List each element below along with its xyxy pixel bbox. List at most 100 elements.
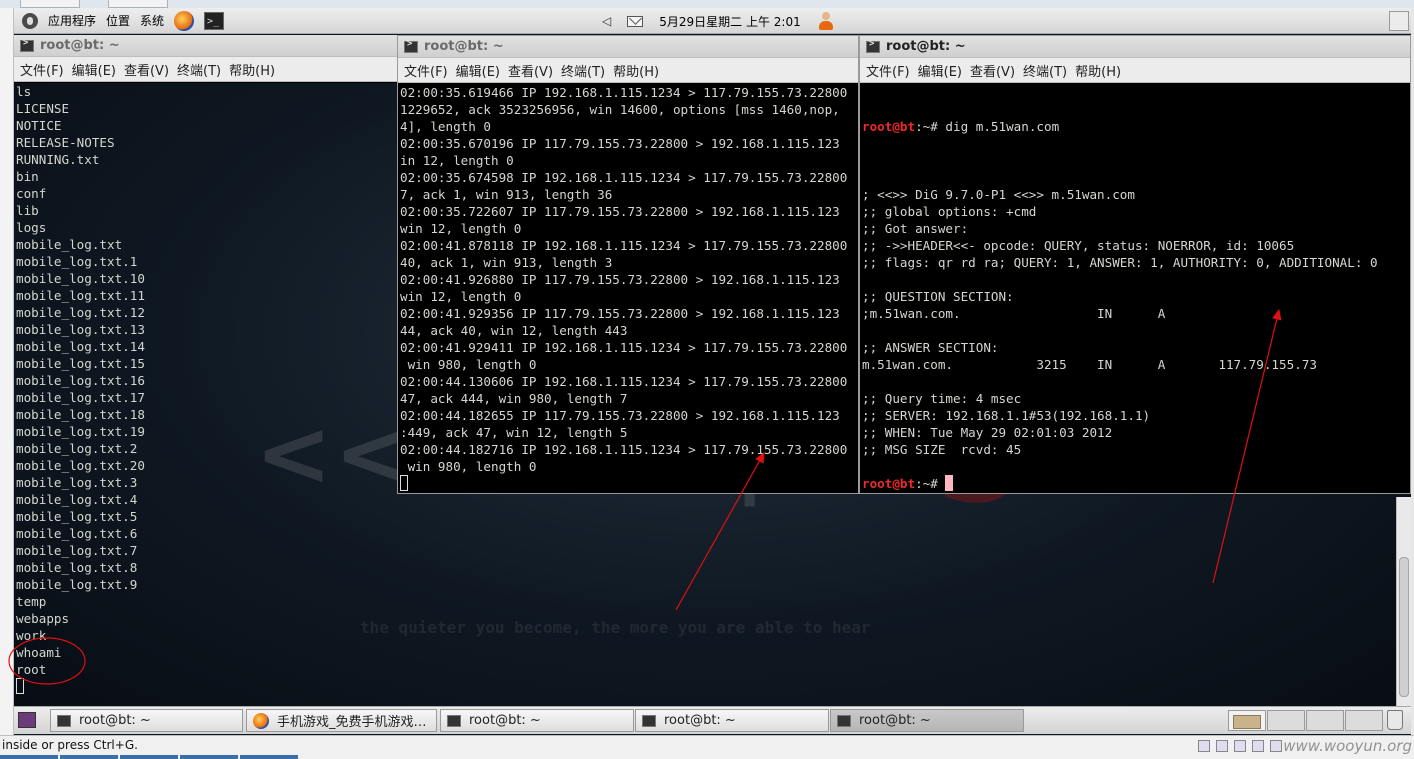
user-switch-icon[interactable] [817, 11, 835, 31]
terminal-line: 02:00:35.670196 IP 117.79.155.73.22800 >… [400, 136, 840, 151]
terminal-icon [20, 38, 34, 52]
show-desktop-icon[interactable] [18, 712, 36, 728]
cursor-line [400, 475, 858, 492]
cursor-line [16, 678, 1411, 695]
menu-view[interactable]: 查看(V) [508, 61, 553, 80]
terminal-line: 02:00:41.929356 IP 117.79.155.73.22800 >… [400, 306, 840, 321]
menu-help[interactable]: 帮助(H) [229, 60, 275, 79]
terminal-line: m.51wan.com. 3215 IN A 117.79.155.73 [862, 357, 1317, 372]
terminal-line: ;; ->>HEADER<<- opcode: QUERY, status: N… [862, 238, 1295, 253]
terminal-menubar: 文件(F) 编辑(E) 查看(V) 终端(T) 帮助(H) [14, 57, 397, 82]
terminal-window-dig[interactable]: root@bt: ~ 文件(F) 编辑(E) 查看(V) 终端(T) 帮助(H)… [859, 35, 1411, 494]
tray-icon[interactable] [1270, 740, 1282, 752]
taskbar-button[interactable]: root@bt: ~ [440, 709, 634, 732]
prompt-suffix: :~# [915, 476, 946, 491]
terminal-line: ;m.51wan.com. IN A [862, 306, 1166, 321]
terminal-line: 02:00:35.674598 IP 192.168.1.115.1234 > … [400, 170, 848, 185]
firefox-icon [253, 712, 269, 729]
window-titlebar[interactable]: root@bt: ~ [398, 36, 858, 58]
tray-icon[interactable] [1234, 740, 1246, 752]
terminal-cursor [400, 475, 408, 491]
terminal-line: ;; MSG SIZE rcvd: 45 [862, 442, 1022, 457]
terminal-line: webapps [16, 611, 70, 626]
workspace-1[interactable] [1228, 710, 1266, 731]
terminal-line: ;; flags: qr rd ra; QUERY: 1, ANSWER: 1,… [862, 255, 1378, 270]
tray-icon[interactable] [1198, 740, 1210, 752]
terminal-line: mobile_log.txt.7 [16, 543, 138, 558]
host-tray [1198, 740, 1282, 752]
terminal-launcher-icon[interactable]: >_ [204, 11, 225, 30]
menu-help[interactable]: 帮助(H) [1075, 61, 1121, 80]
menu-edit[interactable]: 编辑(E) [918, 61, 962, 80]
scrollbar-thumb[interactable] [1399, 557, 1409, 697]
window-titlebar[interactable]: root@bt: ~ [14, 35, 397, 57]
panel-applet[interactable] [1389, 11, 1409, 31]
terminal-line: 47, ack 444, win 980, length 7 [400, 391, 628, 406]
terminal-line: mobile_log.txt.8 [16, 560, 138, 575]
taskbar-button-label: root@bt: ~ [664, 713, 736, 728]
terminal-output[interactable]: 02:00:35.619466 IP 192.168.1.115.1234 > … [398, 84, 858, 493]
system-menu[interactable]: 系统 [140, 12, 164, 29]
terminal-line: ;; WHEN: Tue May 29 02:01:03 2012 [862, 425, 1113, 440]
host-left-sidebar [0, 8, 14, 735]
terminal-line: ;; QUESTION SECTION: [862, 289, 1014, 304]
terminal-icon [404, 39, 418, 53]
terminal-output[interactable]: root@bt:~# dig m.51wan.com ; <<>> DiG 9.… [860, 84, 1410, 493]
terminal-scrollbar[interactable] [1396, 497, 1411, 706]
terminal-line: 44, ack 40, win 12, length 443 [400, 323, 628, 338]
menu-file[interactable]: 文件(F) [20, 60, 64, 79]
terminal-line: 02:00:41.926880 IP 117.79.155.73.22800 >… [400, 272, 840, 287]
menu-view[interactable]: 查看(V) [970, 61, 1015, 80]
terminal-line: 02:00:35.619466 IP 192.168.1.115.1234 > … [400, 85, 848, 100]
terminal-line: 02:00:44.130606 IP 192.168.1.115.1234 > … [400, 374, 848, 389]
mail-icon[interactable] [627, 15, 644, 27]
tray-icon[interactable] [1216, 740, 1228, 752]
terminal-line: :449, ack 47, win 12, length 5 [400, 425, 628, 440]
host-tab[interactable] [20, 0, 80, 8]
menu-terminal[interactable]: 终端(T) [177, 60, 221, 79]
terminal-cursor [16, 678, 24, 694]
gnome-menu-icon[interactable] [22, 12, 38, 29]
applications-menu[interactable]: 应用程序 [48, 12, 96, 29]
tray-icon[interactable] [1252, 740, 1264, 752]
terminal-line: win 12, length 0 [400, 289, 522, 304]
workspace-3[interactable] [1306, 710, 1344, 731]
terminal-line: temp [16, 594, 47, 609]
terminal-window-tcpdump[interactable]: root@bt: ~ 文件(F) 编辑(E) 查看(V) 终端(T) 帮助(H)… [397, 35, 859, 494]
taskbar-button[interactable]: root@bt: ~ [50, 709, 243, 732]
host-tab[interactable] [108, 0, 168, 8]
menu-file[interactable]: 文件(F) [866, 61, 910, 80]
menu-edit[interactable]: 编辑(E) [72, 60, 116, 79]
terminal-line: ;; global options: +cmd [862, 204, 1037, 219]
menu-terminal[interactable]: 终端(T) [1023, 61, 1067, 80]
terminal-line: ;; Query time: 4 msec [862, 391, 1022, 406]
menu-edit[interactable]: 编辑(E) [456, 61, 500, 80]
trash-icon[interactable] [1387, 710, 1403, 730]
terminal-line: 02:00:44.182716 IP 192.168.1.115.1234 > … [400, 442, 848, 457]
places-menu[interactable]: 位置 [106, 12, 130, 29]
terminal-line: 02:00:35.722607 IP 117.79.155.73.22800 >… [400, 204, 840, 219]
terminal-line: mobile_log.txt.9 [16, 577, 138, 592]
terminal-line: mobile_log.txt.5 [16, 509, 138, 524]
firefox-launcher-icon[interactable] [174, 10, 195, 31]
menu-help[interactable]: 帮助(H) [613, 61, 659, 80]
command-text: dig m.51wan.com [945, 119, 1060, 134]
workspace-2[interactable] [1267, 710, 1305, 731]
taskbar-button[interactable]: 手机游戏_免费手机游戏… [246, 709, 437, 732]
terminal-line: 7, ack 1, win 913, length 36 [400, 187, 613, 202]
menu-view[interactable]: 查看(V) [124, 60, 169, 79]
menu-file[interactable]: 文件(F) [404, 61, 448, 80]
taskbar-button[interactable]: root@bt: ~ [635, 709, 829, 732]
taskbar-button[interactable]: root@bt: ~ [830, 709, 1024, 732]
volume-icon[interactable]: ◁ [602, 14, 611, 28]
host-status-bar: inside or press Ctrl+G. www.wooyun.org [0, 735, 1414, 759]
menu-terminal[interactable]: 终端(T) [561, 61, 605, 80]
window-titlebar[interactable]: root@bt: ~ [860, 36, 1410, 58]
terminal-line: ;; ANSWER SECTION: [862, 340, 999, 355]
clock[interactable]: 5月29日星期二 上午 2:01 [659, 13, 800, 30]
workspace-4[interactable] [1345, 710, 1383, 731]
terminal-menubar: 文件(F) 编辑(E) 查看(V) 终端(T) 帮助(H) [398, 58, 858, 83]
